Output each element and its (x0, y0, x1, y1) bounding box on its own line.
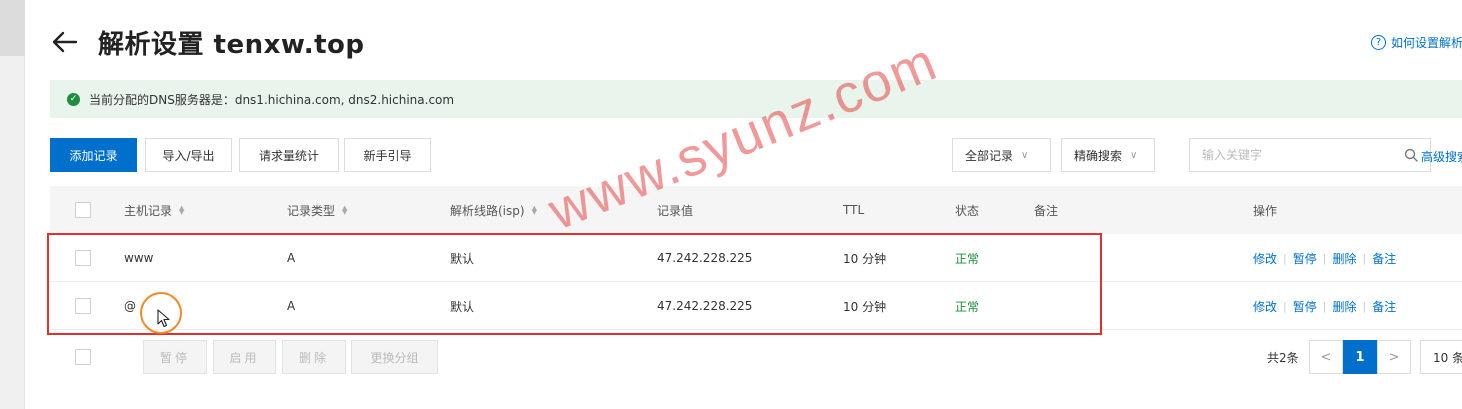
sort-icon[interactable]: ▲ ▼ (342, 204, 347, 216)
column-type[interactable]: 记录类型 ▲ ▼ (287, 186, 347, 234)
add-record-button[interactable]: 添加记录 (50, 138, 137, 172)
action-separator: | (1362, 251, 1367, 265)
edit-link[interactable]: 修改 (1253, 298, 1277, 315)
dns-server-banner: ✓ 当前分配的DNS服务器是：dns1.hichina.com, dns2.hi… (50, 80, 1462, 118)
batch-delete-button[interactable]: 删除 (282, 340, 346, 374)
next-page-button[interactable]: > (1377, 340, 1411, 374)
ttl-cell: 10 分钟 (843, 299, 887, 314)
column-ttl: TTL (843, 203, 865, 217)
footer-select-all-checkbox[interactable] (75, 349, 91, 365)
action-separator: | (1283, 251, 1287, 265)
chevron-down-icon: ∨ (1021, 149, 1029, 161)
prev-page-button[interactable]: < (1309, 340, 1343, 374)
record-filter-select[interactable]: 全部记录 ∨ (952, 138, 1051, 172)
left-rail (0, 0, 25, 409)
remark-link[interactable]: 备注 (1372, 250, 1396, 267)
select-all-checkbox-cell (75, 186, 91, 234)
remark-link[interactable]: 备注 (1372, 298, 1396, 315)
batch-pause-button[interactable]: 暂停 (143, 340, 207, 374)
help-link[interactable]: ? 如何设置解析 (1371, 34, 1462, 51)
type-cell: A (287, 251, 296, 265)
action-separator: | (1362, 299, 1367, 313)
column-value: 记录值 (657, 203, 694, 218)
value-cell: 47.242.228.225 (657, 299, 753, 313)
column-line-label: 解析线路(isp) (450, 203, 525, 218)
pause-link[interactable]: 暂停 (1293, 250, 1317, 267)
column-remark: 备注 (1034, 203, 1059, 218)
chevron-right-icon: > (1388, 349, 1400, 365)
search-mode-value: 精确搜索 (1074, 148, 1123, 163)
row-actions: 修改 | 暂停 | 删除 | 备注 (1253, 234, 1396, 282)
column-host[interactable]: 主机记录 ▲ ▼ (124, 186, 184, 234)
import-export-button[interactable]: 导入/导出 (145, 138, 232, 172)
row-actions: 修改 | 暂停 | 删除 | 备注 (1253, 282, 1396, 330)
column-actions: 操作 (1253, 203, 1278, 218)
search-mode-select[interactable]: 精确搜索 ∨ (1061, 138, 1155, 172)
column-host-label: 主机记录 (124, 203, 173, 218)
main-panel: 解析设置 tenxw.top ? 如何设置解析 ✓ 当前分配的DNS服务器是：d… (25, 0, 1462, 409)
table-row: www A 默认 47.242.228.225 10 分钟 正常 修改 | 暂停 |… (50, 234, 1462, 282)
advanced-search-link[interactable]: 高级搜索▼ (1421, 148, 1462, 165)
page-size-select[interactable]: 10 条/页 (1420, 340, 1462, 374)
batch-change-group-button[interactable]: 更换分组 (351, 340, 438, 374)
ttl-cell: 10 分钟 (843, 251, 887, 266)
batch-enable-button[interactable]: 启用 (213, 340, 276, 374)
search-icon[interactable] (1404, 148, 1418, 162)
page-header: 解析设置 tenxw.top ? 如何设置解析 (25, 0, 1462, 80)
action-separator: | (1283, 299, 1287, 313)
beginner-guide-button[interactable]: 新手引导 (344, 138, 431, 172)
delete-link[interactable]: 删除 (1332, 298, 1356, 315)
advanced-search-label: 高级搜索 (1421, 150, 1462, 164)
host-cell: @ (124, 299, 136, 313)
row-checkbox[interactable] (75, 250, 91, 266)
left-rail-active-block (0, 0, 25, 56)
line-cell: 默认 (450, 299, 475, 314)
sort-icon[interactable]: ▲ ▼ (179, 204, 184, 216)
keyword-search-input[interactable] (1190, 139, 1390, 171)
column-line[interactable]: 解析线路(isp) ▲ ▼ (450, 186, 537, 234)
host-cell: www (124, 251, 154, 265)
question-icon: ? (1371, 35, 1386, 50)
total-count: 共2条 (1267, 351, 1299, 365)
value-cell: 47.242.228.225 (657, 251, 753, 265)
status-cell: 正常 (955, 299, 980, 314)
column-type-label: 记录类型 (287, 203, 336, 218)
line-cell: 默认 (450, 251, 475, 266)
request-stats-button[interactable]: 请求量统计 (239, 138, 339, 172)
page-button-current[interactable]: 1 (1343, 340, 1377, 374)
table-header: 主机记录 ▲ ▼ 记录类型 ▲ ▼ 解析线路(isp) ▲ ▼ 记录值 TTL 状态 … (50, 186, 1462, 234)
action-separator: | (1322, 251, 1327, 265)
toolbar: 添加记录 导入/导出 请求量统计 新手引导 全部记录 ∨ 精确搜索 ∨ 高级搜索… (50, 138, 1462, 174)
action-separator: | (1322, 299, 1327, 313)
pause-link[interactable]: 暂停 (1293, 298, 1317, 315)
sort-icon[interactable]: ▲ ▼ (532, 204, 537, 216)
dns-server-text: 当前分配的DNS服务器是：dns1.hichina.com, dns2.hich… (89, 92, 455, 107)
table-row: @ A 默认 47.242.228.225 10 分钟 正常 修改 | 暂停 | 删… (50, 282, 1462, 330)
back-arrow-icon[interactable] (50, 27, 80, 57)
row-checkbox[interactable] (75, 298, 91, 314)
page-title: 解析设置 tenxw.top (98, 30, 365, 60)
chevron-left-icon: < (1320, 349, 1332, 365)
check-circle-icon: ✓ (67, 92, 80, 106)
keyword-search-box (1189, 138, 1431, 172)
chevron-down-icon: ∨ (1130, 149, 1138, 161)
delete-link[interactable]: 删除 (1332, 250, 1356, 267)
status-cell: 正常 (955, 251, 980, 266)
table-footer: 暂停 启用 删除 更换分组 共2条 < 1 > 10 条/页 (50, 340, 1462, 376)
edit-link[interactable]: 修改 (1253, 250, 1277, 267)
record-filter-value: 全部记录 (965, 148, 1014, 163)
select-all-checkbox[interactable] (75, 202, 91, 218)
help-link-label: 如何设置解析 (1391, 36, 1462, 50)
column-status: 状态 (955, 203, 980, 218)
type-cell: A (287, 299, 296, 313)
